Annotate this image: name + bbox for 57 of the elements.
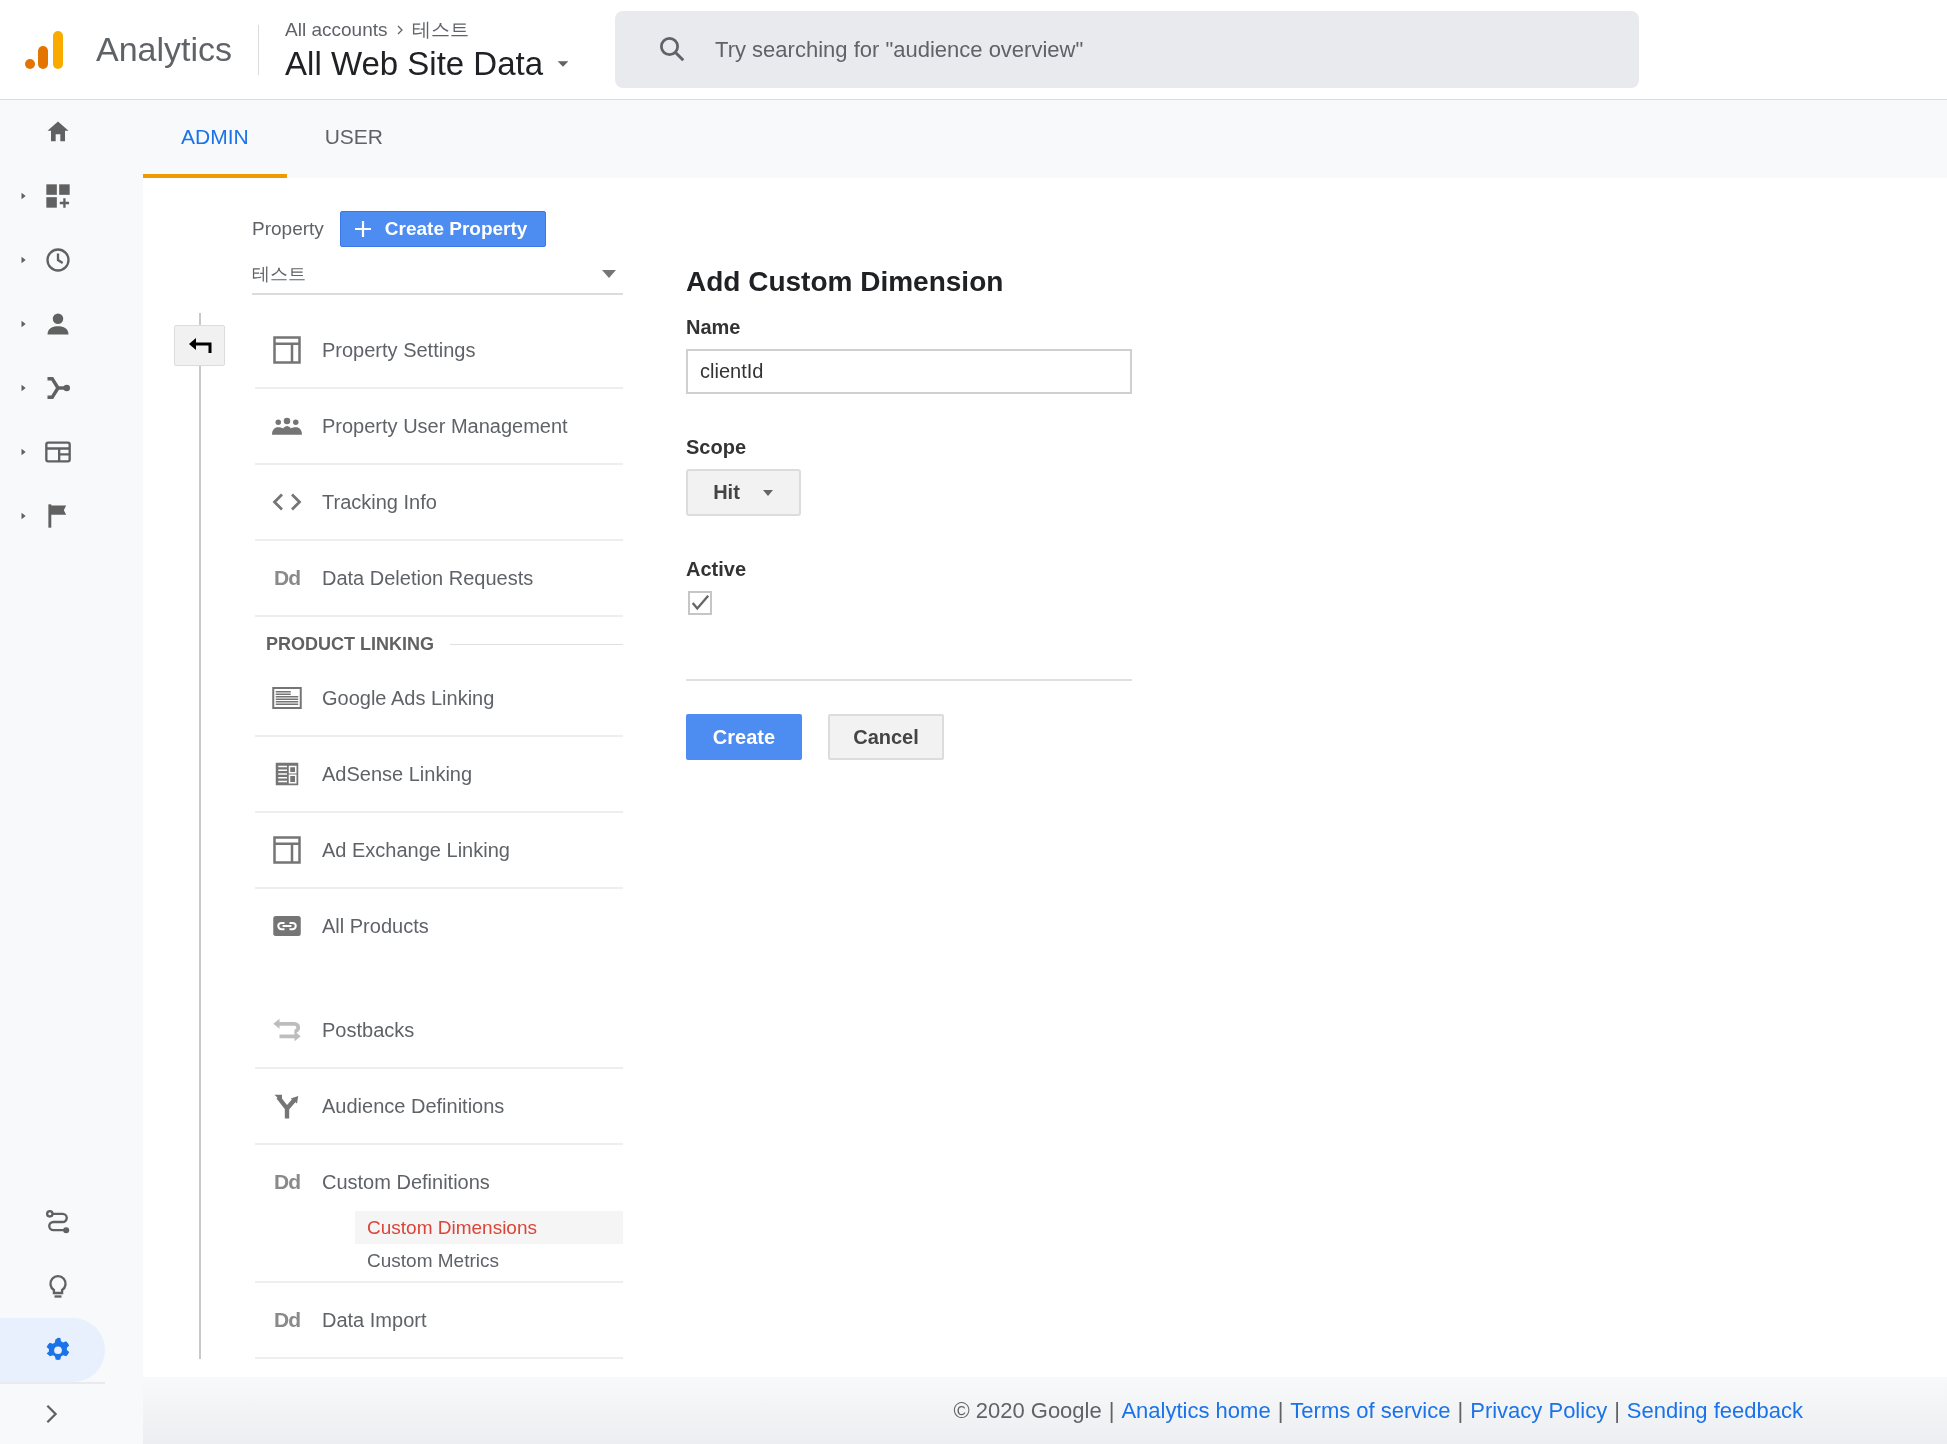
menu-item[interactable]: All Products (255, 889, 623, 963)
submenu-item[interactable]: Custom Metrics (355, 1244, 623, 1277)
back-arrow-icon (187, 336, 212, 355)
logo-icon[interactable] (24, 28, 66, 71)
search-field[interactable]: Try searching for "audience overview" (615, 11, 1640, 88)
field-label: Name (686, 316, 742, 339)
dashboard-icon (44, 182, 72, 210)
section-heading: PRODUCT LINKING (266, 633, 434, 655)
checkmark-icon (690, 593, 710, 613)
separator: | (1614, 1397, 1620, 1424)
footer-link[interactable]: Terms of service (1290, 1397, 1451, 1424)
product-name: Analytics (96, 30, 233, 69)
property-dropdown[interactable]: 테스트 (252, 255, 623, 295)
separator: | (1277, 1397, 1284, 1424)
scope-dropdown[interactable]: Hit (686, 469, 801, 516)
footer-link[interactable]: Analytics home (1121, 1397, 1271, 1424)
property-label: Property (252, 218, 324, 240)
panel-icon (272, 835, 302, 865)
menu-item[interactable]: Postbacks (255, 993, 623, 1067)
field-label: Scope (686, 436, 748, 459)
tab[interactable]: USER (286, 100, 422, 178)
field-label: Active (686, 558, 748, 581)
create-property-button[interactable]: Create Property (339, 211, 547, 247)
create-button[interactable]: Create (686, 714, 802, 760)
separator: | (1457, 1397, 1464, 1424)
cancel-button[interactable]: Cancel (828, 714, 944, 760)
clock-icon (44, 246, 72, 274)
data-icon: Dd (274, 566, 300, 590)
caret-down-icon (761, 488, 774, 497)
menu-item[interactable]: Property User Management (255, 389, 623, 463)
menu-item[interactable]: Ad Exchange Linking (255, 813, 623, 887)
panel-icon (272, 335, 302, 365)
menu-item[interactable]: Dd Data Import (255, 1283, 623, 1357)
sidebar-item[interactable] (0, 1318, 105, 1382)
separator: | (1108, 1397, 1115, 1424)
menu-item[interactable]: Tracking Info (255, 465, 623, 539)
menu-item[interactable]: Audience Definitions (255, 1069, 623, 1143)
caret-down-icon (601, 268, 617, 280)
active-checkbox[interactable] (688, 591, 712, 615)
route-icon (44, 1208, 72, 1236)
name-field[interactable]: clientId (686, 349, 1132, 394)
menu-item[interactable]: Property Settings (255, 313, 623, 387)
copyright-text: © 2020 Google (953, 1397, 1102, 1424)
menu-item[interactable]: Dd Data Deletion Requests (255, 541, 623, 615)
plus-icon (352, 219, 373, 239)
footer-link[interactable]: Sending feedback (1626, 1397, 1803, 1424)
back-button[interactable] (174, 325, 225, 366)
view-selector[interactable]: All Web Site Data (285, 44, 606, 83)
submenu-item[interactable]: Custom Dimensions (355, 1211, 623, 1244)
breadcrumb-link[interactable]: All accounts (285, 18, 388, 41)
data-icon: Dd (274, 1308, 300, 1332)
menu-item[interactable]: AdSense Linking (255, 737, 623, 811)
menu-item[interactable]: Google Ads Linking (255, 661, 623, 735)
data-icon: Dd (274, 1170, 300, 1194)
breadcrumb-link[interactable]: 테스트 (411, 16, 469, 43)
form-title: Add Custom Dimension (686, 266, 1005, 298)
footer-link[interactable]: Privacy Policy (1470, 1397, 1608, 1424)
